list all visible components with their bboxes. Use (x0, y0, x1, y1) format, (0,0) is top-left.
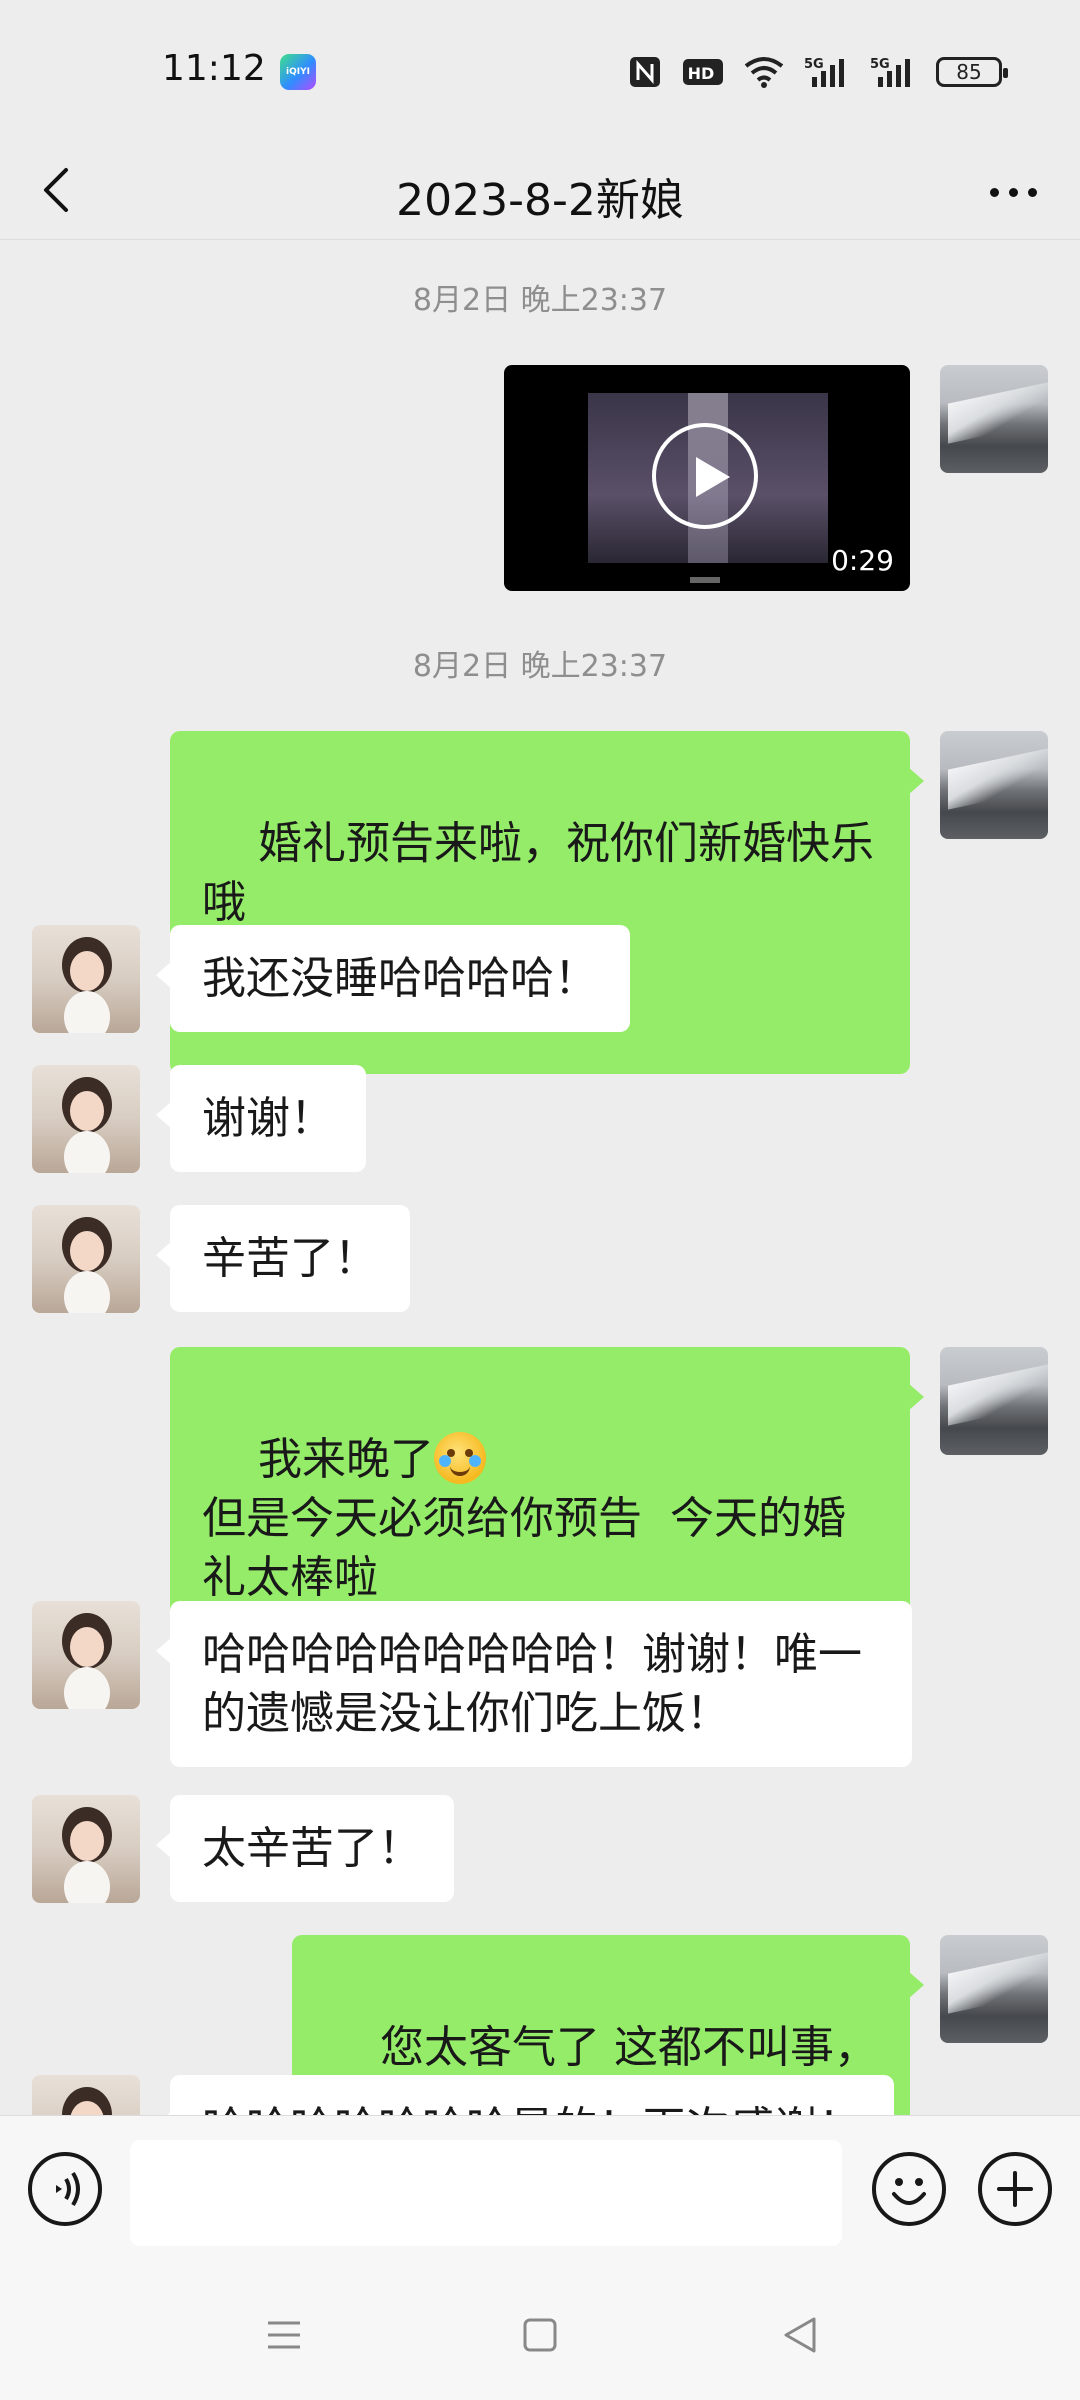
avatar[interactable] (940, 731, 1048, 839)
video-message[interactable]: 0:29 (504, 365, 910, 591)
play-icon[interactable] (652, 423, 758, 529)
svg-text:HD: HD (688, 64, 715, 83)
wifi-icon (744, 57, 784, 88)
avatar[interactable] (940, 365, 1048, 473)
message-timestamp: 8月2日 晚上23:37 (412, 649, 668, 684)
video-duration: 0:29 (831, 544, 894, 577)
chat-messages[interactable]: 8月2日 晚上23:37 0:29 8月2日 晚上23:37 婚礼预告来啦，祝你… (0, 241, 1080, 2115)
emoji-icon (892, 2178, 926, 2205)
chat-header: 2023-8-2新娘 (0, 140, 1080, 240)
message-bubble[interactable]: 哈哈哈哈哈哈哈是的！再次感谢！ (156, 2075, 894, 2115)
video-watermark (690, 577, 720, 583)
iqiyi-app-icon: iQIYI (280, 54, 316, 90)
avatar[interactable] (940, 1347, 1048, 1455)
plus-circle-icon (997, 2171, 1033, 2207)
message-bubble[interactable]: 哈哈哈哈哈哈哈哈哈！谢谢！唯一的遗憾是没让你们吃上饭！ (156, 1601, 912, 1767)
chat-title: 2023-8-2新娘 (396, 175, 684, 226)
message-bubble[interactable]: 谢谢！ (156, 1065, 366, 1172)
back-nav-button[interactable] (770, 2305, 830, 2365)
cry-laugh-emoji-icon (433, 1432, 486, 1484)
status-bar: 11:12 iQIYI HD 5G 5G 85 (0, 0, 1080, 140)
message-bubble[interactable]: 太辛苦了！ (156, 1795, 454, 1902)
signal-icon-2: 5G (870, 57, 910, 87)
avatar[interactable] (32, 1601, 140, 1709)
message-bubble[interactable]: 辛苦了！ (156, 1205, 410, 1312)
message-text: 但是今天必须给你预告 今天的婚礼太棒啦 (202, 1493, 846, 1603)
menu-icon (268, 2321, 300, 2349)
avatar[interactable] (32, 925, 140, 1033)
message-text: 您太客气了 这都不叫事， (380, 2022, 878, 2073)
home-button[interactable] (510, 2305, 570, 2365)
emoji-button[interactable] (872, 2152, 946, 2226)
message-input[interactable] (130, 2140, 842, 2246)
svg-text:5G: 5G (804, 57, 824, 72)
recents-button[interactable] (254, 2305, 314, 2365)
avatar[interactable] (32, 1795, 140, 1903)
avatar[interactable] (940, 1935, 1048, 2043)
input-bar (0, 2115, 1080, 2275)
message-text: 婚礼预告来啦，祝你们新婚快乐哦 (202, 818, 874, 928)
more-actions-button[interactable] (978, 2152, 1052, 2226)
system-navigation-bar (0, 2275, 1080, 2400)
status-icons: HD 5G 5G 85 (628, 52, 1008, 92)
hd-icon: HD (683, 59, 723, 85)
message-timestamp: 8月2日 晚上23:37 (412, 283, 668, 318)
svg-text:5G: 5G (870, 57, 890, 72)
more-dot (1027, 187, 1037, 197)
status-time: 11:12 (162, 48, 266, 89)
message-text: 我来晚了 (257, 1434, 434, 1485)
avatar[interactable] (32, 1065, 140, 1173)
more-dot (1008, 187, 1018, 197)
square-icon (523, 2318, 557, 2352)
avatar[interactable] (32, 2075, 140, 2115)
more-horizontal-icon (989, 187, 999, 197)
avatar[interactable] (32, 1205, 140, 1313)
battery-indicator: 85 (936, 57, 1008, 87)
voice-button[interactable] (28, 2152, 102, 2226)
signal-icon: 5G (804, 57, 844, 87)
more-button[interactable] (978, 162, 1048, 222)
nfc-icon (630, 57, 660, 87)
triangle-back-icon (784, 2317, 816, 2353)
voice-icon (56, 2171, 80, 2207)
message-bubble[interactable]: 我还没睡哈哈哈哈！ (156, 925, 630, 1032)
